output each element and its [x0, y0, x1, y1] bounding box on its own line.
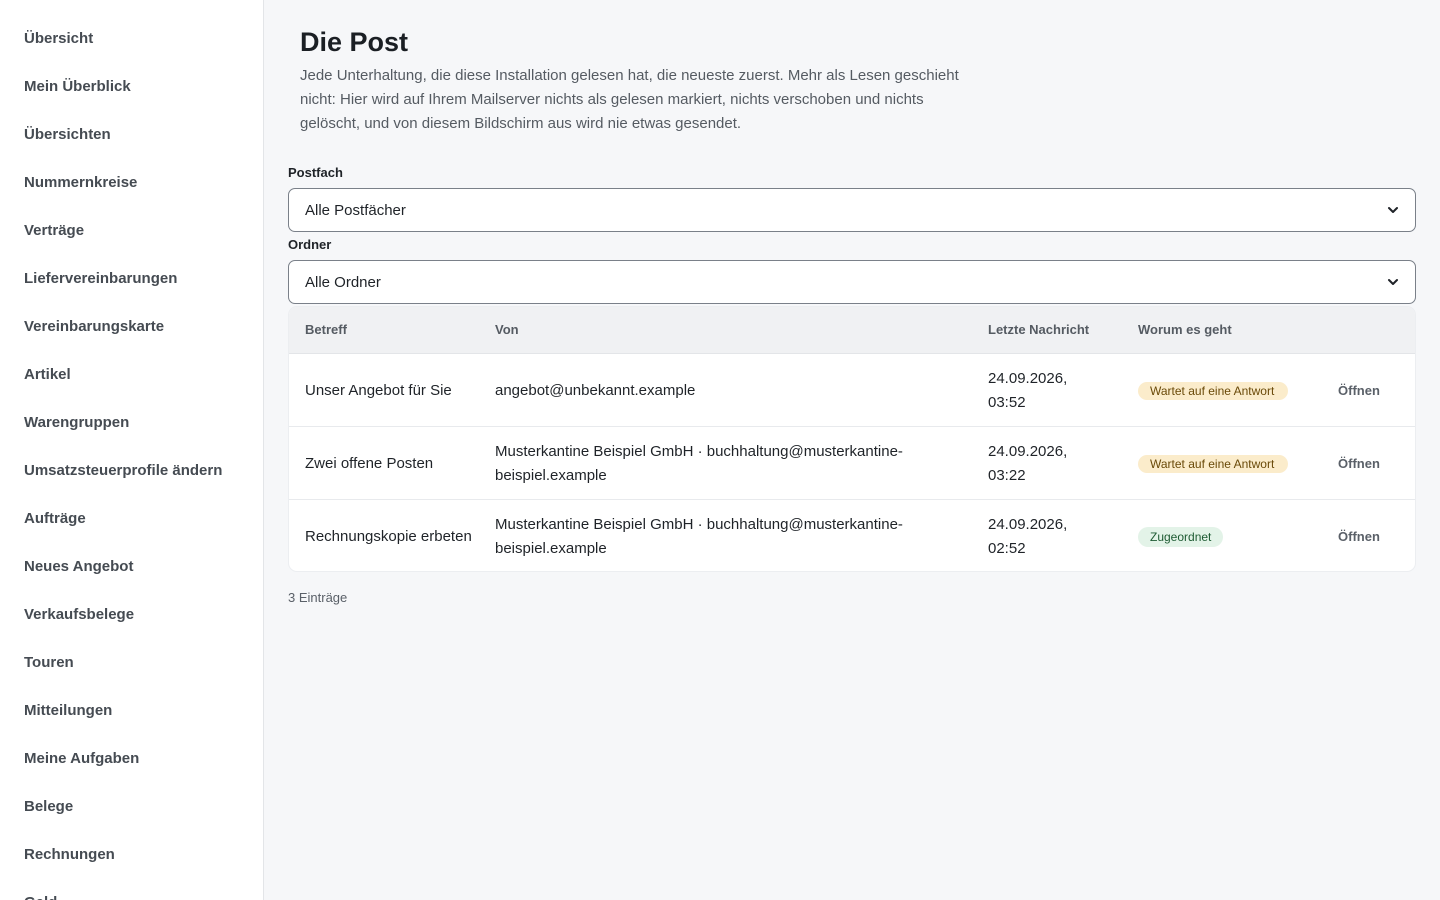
column-header-betreff[interactable]: Betreff	[305, 322, 347, 337]
sidebar-item-nummernkreise[interactable]: Nummernkreise	[0, 171, 263, 219]
conversations-table: Betreff Von Letzte Nachricht Worum es ge…	[288, 306, 1416, 572]
mailbox-select-value: Alle Postfächer	[305, 201, 406, 219]
sidebar-item-touren[interactable]: Touren	[0, 651, 263, 699]
sidebar-item-umsatzsteuerprofile[interactable]: Umsatzsteuerprofile ändern	[0, 459, 263, 507]
status-badge: Wartet auf eine Antwort	[1138, 381, 1288, 400]
open-button[interactable]: Öffnen	[1338, 354, 1398, 427]
folder-select[interactable]: Alle Ordner	[288, 260, 1416, 304]
sidebar-item-mitteilungen[interactable]: Mitteilungen	[0, 699, 263, 747]
row-subject: Unser Angebot für Sie	[305, 381, 452, 399]
page-title: Die Post	[300, 27, 409, 57]
sidebar-item-vereinbarungskarte[interactable]: Vereinbarungskarte	[0, 315, 263, 363]
sidebar-nav: Übersicht Mein Überblick Übersichten Num…	[0, 0, 263, 900]
folder-select-value: Alle Ordner	[305, 273, 381, 291]
table-row[interactable]: Zwei offene Posten Musterkantine Beispie…	[289, 427, 1415, 500]
sidebar-item-vertraege[interactable]: Verträge	[0, 219, 263, 267]
column-header-von[interactable]: Von	[495, 322, 519, 337]
column-header-worum-es-geht[interactable]: Worum es geht	[1138, 322, 1232, 337]
open-button[interactable]: Öffnen	[1338, 427, 1398, 500]
table-row[interactable]: Rechnungskopie erbeten Musterkantine Bei…	[289, 500, 1415, 571]
sidebar-item-verkaufsbelege[interactable]: Verkaufsbelege	[0, 603, 263, 651]
sidebar-item-rechnungen[interactable]: Rechnungen	[0, 843, 263, 891]
page-header: Die Post Jede Unterhaltung, die diese In…	[300, 26, 960, 136]
row-last-message: 24.09.2026, 03:52	[988, 369, 1068, 411]
row-status-cell: Wartet auf eine Antwort	[1138, 354, 1298, 427]
row-last-message: 24.09.2026, 03:22	[988, 442, 1068, 484]
sidebar-item-uebersicht[interactable]: Übersicht	[0, 27, 263, 75]
mailbox-select[interactable]: Alle Postfächer	[288, 188, 1416, 232]
sidebar-item-liefervereinbarungen[interactable]: Liefervereinbarungen	[0, 267, 263, 315]
row-from: Musterkantine Beispiel GmbH · buchhaltun…	[495, 442, 903, 484]
open-button[interactable]: Öffnen	[1338, 500, 1398, 571]
row-status-cell: Zugeordnet	[1138, 500, 1298, 571]
mailbox-label: Postfach	[288, 165, 343, 180]
sidebar-item-auftraege[interactable]: Aufträge	[0, 507, 263, 555]
main-content: Die Post Jede Unterhaltung, die diese In…	[264, 0, 1440, 900]
column-header-letzte-nachricht[interactable]: Letzte Nachricht	[988, 322, 1089, 337]
status-badge: Wartet auf eine Antwort	[1138, 454, 1288, 473]
sidebar-item-belege[interactable]: Belege	[0, 795, 263, 843]
row-subject: Zwei offene Posten	[305, 454, 434, 472]
page-description: Jede Unterhaltung, die diese Installatio…	[300, 67, 959, 132]
entry-count: 3 Einträge	[288, 590, 348, 605]
row-from: angebot@unbekannt.example	[495, 381, 696, 399]
folder-label: Ordner	[288, 237, 332, 252]
row-subject: Rechnungskopie erbeten	[305, 527, 472, 545]
row-last-message: 24.09.2026, 02:52	[988, 515, 1068, 557]
chevron-down-icon	[1388, 207, 1398, 213]
sidebar-item-warengruppen[interactable]: Warengruppen	[0, 411, 263, 459]
status-badge: Zugeordnet	[1138, 526, 1224, 547]
sidebar-item-mein-ueberblick[interactable]: Mein Überblick	[0, 75, 263, 123]
row-from: Musterkantine Beispiel GmbH · buchhaltun…	[495, 515, 903, 557]
table-header: Betreff Von Letzte Nachricht Worum es ge…	[289, 307, 1415, 354]
row-status-cell: Wartet auf eine Antwort	[1138, 427, 1298, 500]
sidebar-item-artikel[interactable]: Artikel	[0, 363, 263, 411]
sidebar-item-meine-aufgaben[interactable]: Meine Aufgaben	[0, 747, 263, 795]
sidebar-item-neues-angebot[interactable]: Neues Angebot	[0, 555, 263, 603]
sidebar-item-geld[interactable]: Geld	[0, 891, 263, 900]
table-row[interactable]: Unser Angebot für Sie angebot@unbekannt.…	[289, 354, 1415, 427]
sidebar: Übersicht Mein Überblick Übersichten Num…	[0, 0, 264, 900]
chevron-down-icon	[1388, 279, 1398, 285]
sidebar-item-uebersichten[interactable]: Übersichten	[0, 123, 263, 171]
